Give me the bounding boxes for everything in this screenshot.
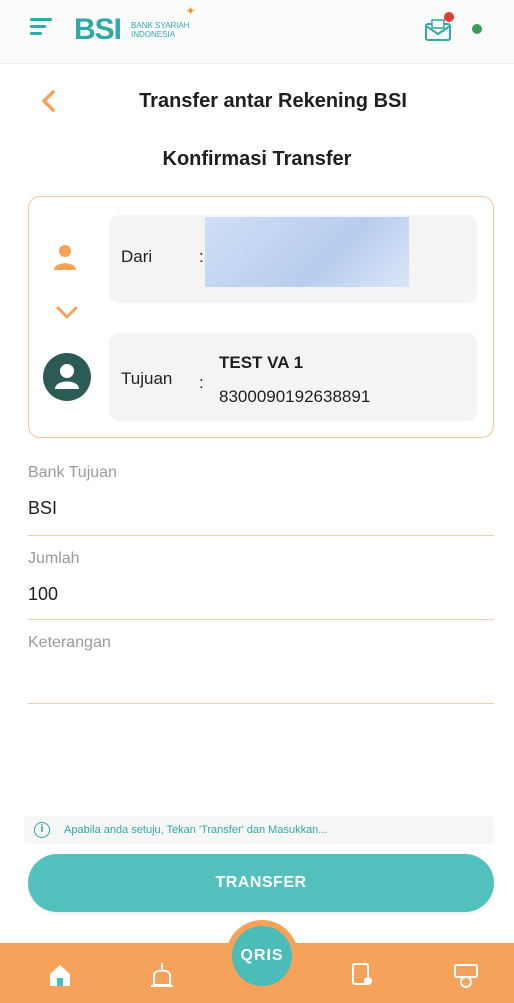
app-screen: BSI ✦ BANK SYARIAH INDONESIA Transfer an…	[0, 0, 514, 1003]
notification-badge	[444, 12, 454, 22]
mosque-icon[interactable]	[148, 961, 176, 989]
page-header: Transfer antar Rekening BSI	[0, 70, 514, 130]
qris-label: QRIS	[232, 926, 292, 986]
page-title: Transfer antar Rekening BSI	[139, 90, 407, 112]
bank-tujuan-label: Bank Tujuan	[28, 464, 117, 481]
to-label: Tujuan	[121, 369, 173, 388]
chevron-down-icon	[56, 306, 78, 319]
qris-button[interactable]: QRIS	[226, 920, 298, 992]
document-location-icon[interactable]	[348, 961, 376, 989]
from-label: Dari	[121, 247, 153, 266]
keterangan-field[interactable]: Keterangan	[28, 634, 494, 704]
from-separator: :	[199, 247, 204, 266]
transfer-button[interactable]: TRANSFER	[28, 854, 494, 912]
to-separator: :	[199, 373, 204, 392]
recipient-account-number: 8300090192638891	[219, 387, 371, 406]
info-banner: i Apabila anda setuju, Tekan 'Transfer' …	[24, 816, 494, 844]
logo-subtitle: BANK SYARIAH INDONESIA	[131, 21, 190, 39]
keterangan-label: Keterangan	[28, 634, 111, 651]
menu-icon[interactable]	[30, 18, 52, 36]
sender-person-icon	[54, 245, 76, 270]
status-dot	[472, 24, 482, 34]
bsi-logo: BSI ✦ BANK SYARIAH INDONESIA	[74, 4, 196, 48]
jumlah-label: Jumlah	[28, 550, 80, 567]
top-app-bar: BSI ✦ BANK SYARIAH INDONESIA	[0, 0, 514, 64]
logo-star-icon: ✦	[185, 4, 196, 18]
info-icon: i	[34, 822, 50, 838]
atm-card-icon[interactable]	[452, 961, 480, 989]
jumlah-field: Jumlah 100	[28, 550, 494, 620]
bank-tujuan-value: BSI	[28, 498, 58, 518]
recipient-name: TEST VA 1	[219, 353, 304, 372]
recipient-avatar-icon	[43, 353, 91, 401]
logo-subtitle-line2: INDONESIA	[131, 30, 176, 39]
redacted-source-account	[205, 217, 409, 287]
info-text: Apabila anda setuju, Tekan 'Transfer' da…	[64, 824, 328, 836]
jumlah-value: 100	[28, 584, 59, 604]
bank-tujuan-field: Bank Tujuan BSI	[28, 464, 494, 536]
logo-subtitle-line1: BANK SYARIAH	[131, 21, 190, 30]
section-title: Konfirmasi Transfer	[162, 148, 352, 170]
home-icon[interactable]	[46, 961, 74, 989]
transfer-summary-card: Dari : Tujuan : TEST VA 1 83000901926388…	[28, 196, 494, 438]
logo-mark: BSI	[74, 13, 122, 46]
